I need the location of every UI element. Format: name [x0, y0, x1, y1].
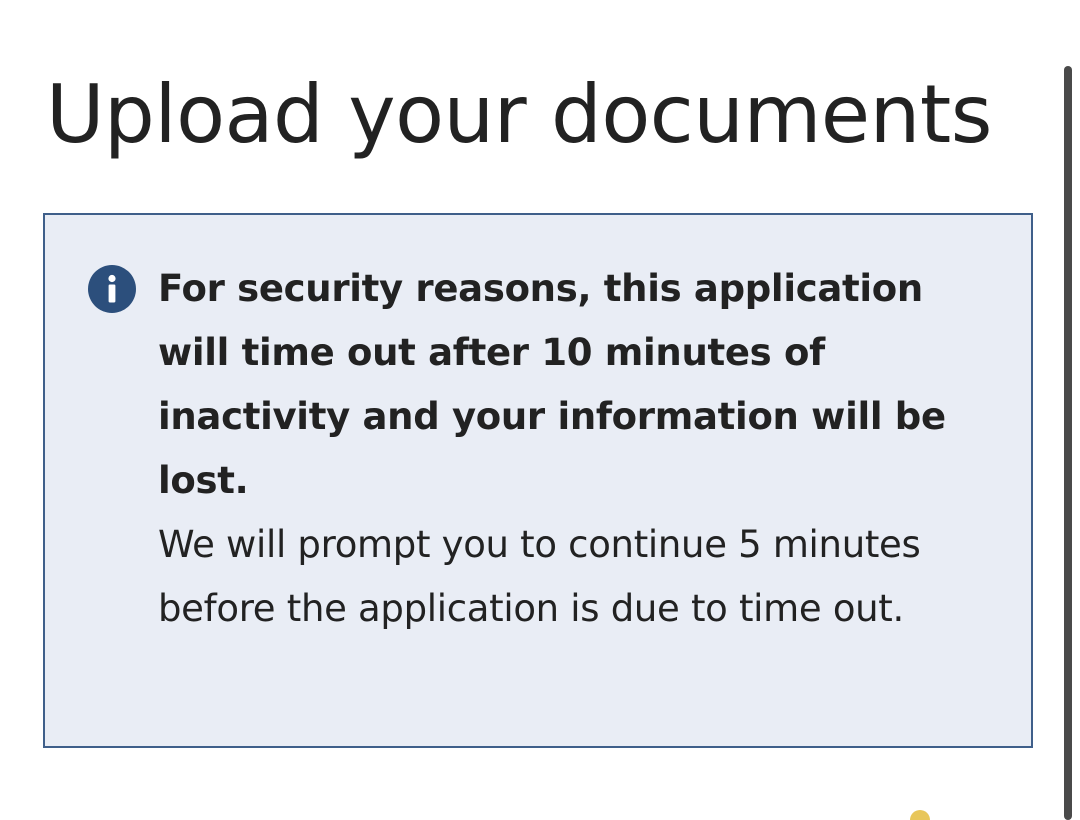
- notice-message: We will prompt you to continue 5 minutes…: [158, 523, 921, 630]
- notice-bold-message: For security reasons, this application w…: [158, 267, 946, 502]
- page-title: Upload your documents: [46, 68, 992, 161]
- timeout-notice: For security reasons, this application w…: [43, 213, 1033, 748]
- info-icon: [88, 265, 136, 313]
- notice-text: For security reasons, this application w…: [158, 257, 998, 641]
- scrollbar[interactable]: [1064, 66, 1072, 820]
- floating-button-edge: [910, 810, 930, 820]
